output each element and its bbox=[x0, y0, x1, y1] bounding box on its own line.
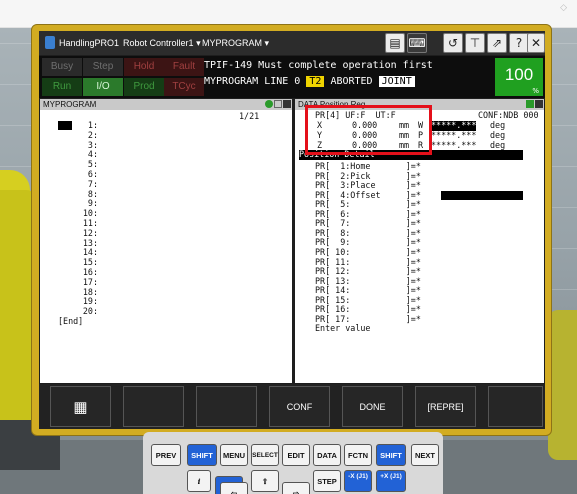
pendant-screen: HandlingPRO1 Robot Controller1 ▾ MYPROGR… bbox=[39, 31, 545, 429]
chevron-down-icon: ▾ bbox=[264, 38, 270, 48]
led-busy: Busy bbox=[42, 58, 82, 76]
program-line-label: MYPROGRAM LINE 0 bbox=[204, 76, 301, 87]
override-indicator[interactable]: 100 % bbox=[495, 58, 543, 96]
highlight-box bbox=[305, 105, 432, 155]
softkey-conf[interactable]: CONF bbox=[269, 386, 330, 427]
led-hold: Hold bbox=[124, 58, 164, 76]
teach-pendant: HandlingPRO1 Robot Controller1 ▾ MYPROGR… bbox=[31, 24, 552, 436]
led-run: Run bbox=[42, 78, 82, 96]
softkey-f2[interactable] bbox=[123, 386, 184, 427]
external-link-icon[interactable]: ⇗ bbox=[487, 33, 507, 53]
program-state: ABORTED bbox=[330, 76, 373, 87]
program-menu-label: MYPROGRAM bbox=[202, 38, 263, 48]
controller-menu[interactable]: Robot Controller1 ▾ bbox=[123, 38, 201, 49]
pendant-keypad: PREV SHIFT MENU SELECT EDIT DATA FCTN SH… bbox=[143, 432, 443, 494]
program-status-line: MYPROGRAM LINE 0 T2 ABORTED JOINT bbox=[204, 76, 415, 87]
softkey-bar: ▦ CONF DONE [REPRE] bbox=[39, 384, 545, 429]
pane-zoom-icon[interactable] bbox=[526, 100, 534, 108]
single-screen-icon[interactable]: ▤ bbox=[385, 33, 405, 53]
led-fault: Fault bbox=[164, 58, 204, 76]
conf-value: CONF:NDB 000 bbox=[478, 110, 539, 120]
pin-icon[interactable]: ⊤ bbox=[465, 33, 485, 53]
key-plus-x-j1[interactable]: +X (J1) bbox=[376, 470, 406, 492]
led-tcyc: TCyc bbox=[164, 78, 204, 96]
program-pane-title: MYPROGRAM bbox=[40, 99, 292, 110]
selected-value-cursor bbox=[441, 190, 523, 200]
controller-label: Robot Controller1 bbox=[123, 38, 194, 48]
more-icon[interactable]: ◇ bbox=[560, 3, 567, 13]
softkey-repre[interactable]: [REPRE] bbox=[415, 386, 476, 427]
led-io: I/O bbox=[83, 78, 123, 96]
line-cursor bbox=[58, 121, 72, 130]
pane-expand-icon[interactable] bbox=[283, 100, 291, 108]
key-next[interactable]: NEXT bbox=[411, 444, 439, 466]
reset-icon[interactable]: ↺ bbox=[443, 33, 463, 53]
key-edit[interactable]: EDIT bbox=[282, 444, 310, 466]
data-pane[interactable]: DATA Position Reg PR[4] UF:F UT:F CONF:N… bbox=[295, 99, 544, 383]
help-icon[interactable]: ? bbox=[509, 33, 529, 53]
pane-layout-icon[interactable] bbox=[274, 100, 282, 108]
key-shift-right[interactable]: SHIFT bbox=[376, 444, 406, 466]
pendant-logo-icon bbox=[45, 36, 55, 49]
arrow-right-icon[interactable]: ⇨ bbox=[282, 482, 310, 494]
led-prod: Prod bbox=[124, 78, 164, 96]
override-unit: % bbox=[532, 87, 539, 95]
key-minus-x-j1[interactable]: -X (J1) bbox=[344, 470, 372, 492]
chevron-down-icon: ▾ bbox=[196, 38, 201, 48]
key-menu[interactable]: MENU bbox=[220, 444, 248, 466]
softkey-f3[interactable] bbox=[196, 386, 257, 427]
key-shift-left[interactable]: SHIFT bbox=[187, 444, 217, 466]
program-pane[interactable]: MYPROGRAM 1/21 1: 2: 3: 4: 5: 6: 7: 8: 9: 10: 11: 1… bbox=[40, 99, 292, 383]
alarm-message: TPIF-149 Must complete operation first bbox=[204, 60, 433, 71]
mode-chip: T2 bbox=[306, 76, 325, 87]
program-pane-title-text: MYPROGRAM bbox=[43, 100, 97, 109]
app-name: HandlingPRO1 bbox=[59, 38, 120, 48]
input-prompt: Enter value bbox=[315, 323, 371, 334]
softkey-f7[interactable] bbox=[488, 386, 543, 427]
led-step: Step bbox=[83, 58, 123, 76]
key-select[interactable]: SELECT bbox=[251, 444, 279, 466]
keyboard-icon[interactable]: ⌨ bbox=[407, 33, 427, 53]
arrow-left-icon[interactable]: ⇦ bbox=[220, 482, 248, 494]
key-prev[interactable]: PREV bbox=[151, 444, 181, 466]
override-value: 100 bbox=[504, 65, 534, 84]
program-menu[interactable]: MYPROGRAM ▾ bbox=[202, 38, 269, 49]
info-icon[interactable]: i bbox=[187, 470, 211, 492]
status-dot-icon bbox=[265, 100, 273, 108]
key-data[interactable]: DATA bbox=[313, 444, 341, 466]
pendant-titlebar: HandlingPRO1 Robot Controller1 ▾ MYPROGR… bbox=[39, 31, 545, 55]
coord-chip: JOINT bbox=[378, 76, 415, 87]
line-position: 1/21 bbox=[239, 111, 260, 121]
key-step[interactable]: STEP bbox=[313, 470, 341, 492]
robot-arm-right bbox=[548, 310, 577, 460]
menu-grid-icon[interactable]: ▦ bbox=[50, 386, 111, 427]
pane-expand-icon[interactable] bbox=[535, 100, 543, 108]
key-fctn[interactable]: FCTN bbox=[344, 444, 372, 466]
softkey-done[interactable]: DONE bbox=[342, 386, 403, 427]
arrow-up-icon[interactable]: ⇧ bbox=[251, 470, 279, 492]
close-icon[interactable]: ✕ bbox=[527, 33, 545, 53]
status-area: Busy Step Hold Fault Run I/O Prod TCyc T… bbox=[39, 56, 545, 98]
program-line[interactable]: [End] bbox=[58, 316, 96, 327]
